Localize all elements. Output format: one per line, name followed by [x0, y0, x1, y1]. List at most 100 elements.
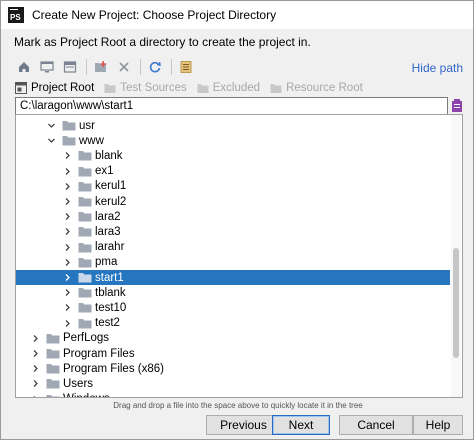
test-sources-label: Test Sources	[120, 82, 187, 94]
chevron-down-icon[interactable]	[46, 136, 56, 146]
tree-row[interactable]: test2	[16, 316, 450, 331]
path-input[interactable]	[15, 97, 448, 115]
excluded-button[interactable]: Excluded	[197, 82, 260, 94]
phpstorm-logo-icon: PS	[8, 7, 24, 23]
tree-row[interactable]: kerul2	[16, 194, 450, 209]
desktop-icon[interactable]	[38, 58, 56, 76]
chevron-right-icon[interactable]	[62, 197, 72, 207]
chevron-right-icon[interactable]	[62, 288, 72, 298]
tree-row[interactable]: test10	[16, 300, 450, 315]
scroll-thumb[interactable]	[453, 248, 459, 358]
folder-icon	[78, 211, 92, 222]
chevron-right-icon[interactable]	[62, 166, 72, 176]
project-root-button[interactable]: Project Root	[15, 82, 94, 94]
folder-icon	[78, 150, 92, 161]
window-title: Create New Project: Choose Project Direc…	[32, 8, 277, 22]
hide-path-link[interactable]: Hide path	[412, 61, 463, 75]
tree-row[interactable]: PerfLogs	[16, 331, 450, 346]
previous-button[interactable]: Previous	[206, 415, 281, 435]
tree-row-label: Program Files (x86)	[63, 362, 164, 375]
folder-icon	[62, 135, 76, 146]
show-hidden-icon[interactable]	[177, 58, 195, 76]
tree-row[interactable]: Users	[16, 376, 450, 391]
tree-row-label: kerul1	[95, 180, 127, 193]
tree-row[interactable]: Windows	[16, 392, 450, 397]
instruction-text: Mark as Project Root a directory to crea…	[14, 35, 311, 49]
root-markers: Project Root Test Sources Excluded Resou…	[15, 80, 373, 96]
tree-row-label: PerfLogs	[63, 332, 110, 345]
tree-row-label: tblank	[95, 286, 126, 299]
tree-row[interactable]: Program Files (x86)	[16, 361, 450, 376]
folder-icon	[78, 181, 92, 192]
folder-icon	[46, 363, 60, 374]
folder-icon	[46, 394, 60, 397]
tree-scrollbar[interactable]	[451, 115, 461, 397]
chevron-right-icon[interactable]	[62, 181, 72, 191]
tree-row[interactable]: www	[16, 133, 450, 148]
toolbar-separator	[86, 59, 87, 75]
folder-icon	[46, 348, 60, 359]
resource-root-label: Resource Root	[286, 82, 363, 94]
folder-icon	[46, 378, 60, 389]
tree-row-label: blank	[95, 149, 123, 162]
project-icon[interactable]	[61, 58, 79, 76]
tree-row[interactable]: tblank	[16, 285, 450, 300]
drag-hint-text: Drag and drop a file into the space abov…	[113, 401, 363, 410]
folder-icon	[78, 272, 92, 283]
tree-row-label: pma	[95, 256, 118, 269]
project-root-icon	[15, 82, 27, 94]
tree-row[interactable]: ex1	[16, 164, 450, 179]
project-root-label: Project Root	[31, 82, 95, 94]
tree-row[interactable]: Program Files	[16, 346, 450, 361]
tree-row[interactable]: blank	[16, 148, 450, 163]
folder-icon	[78, 302, 92, 313]
chevron-right-icon[interactable]	[30, 394, 40, 397]
folder-icon	[78, 318, 92, 329]
chevron-right-icon[interactable]	[62, 151, 72, 161]
tree-row-selected[interactable]: start1	[16, 270, 450, 285]
test-sources-button[interactable]: Test Sources	[104, 82, 187, 94]
chevron-right-icon[interactable]	[62, 318, 72, 328]
chevron-right-icon[interactable]	[62, 257, 72, 267]
tree-row-label: Program Files	[63, 347, 135, 360]
resource-root-button[interactable]: Resource Root	[270, 82, 363, 94]
tree-row-label: test10	[95, 301, 127, 314]
directory-tree[interactable]: usr www blank ex1 kerul1 kerul2 lara2 lara3 lara…	[15, 114, 463, 398]
tree-row[interactable]: lara2	[16, 209, 450, 224]
help-button[interactable]: Help	[413, 415, 463, 435]
folder-icon	[62, 120, 76, 131]
chevron-right-icon[interactable]	[30, 333, 40, 343]
chevron-right-icon[interactable]	[62, 303, 72, 313]
tree-row[interactable]: lara3	[16, 224, 450, 239]
chevron-right-icon[interactable]	[30, 379, 40, 389]
toolbar-separator	[171, 59, 172, 75]
chevron-down-icon[interactable]	[46, 121, 56, 131]
delete-icon[interactable]	[115, 58, 133, 76]
chevron-right-icon[interactable]	[62, 212, 72, 222]
tree-row-label: kerul2	[95, 195, 127, 208]
chevron-right-icon[interactable]	[62, 227, 72, 237]
chevron-right-icon[interactable]	[30, 364, 40, 374]
home-icon[interactable]	[15, 58, 33, 76]
tree-row-label: ex1	[95, 165, 114, 178]
toolbar-separator	[140, 59, 141, 75]
tree-row[interactable]: usr	[16, 118, 450, 133]
folder-icon	[78, 196, 92, 207]
tree-row[interactable]: kerul1	[16, 179, 450, 194]
dialog-window: PS Create New Project: Choose Project Di…	[0, 0, 474, 440]
history-icon[interactable]	[451, 98, 463, 114]
tree-row[interactable]: pma	[16, 255, 450, 270]
tree-row-label: start1	[95, 271, 124, 284]
refresh-icon[interactable]	[146, 58, 164, 76]
new-folder-icon[interactable]	[92, 58, 110, 76]
tree-row[interactable]: larahr	[16, 240, 450, 255]
tree-row-label: lara2	[95, 210, 121, 223]
chevron-right-icon[interactable]	[62, 242, 72, 252]
folder-icon	[78, 226, 92, 237]
cancel-button[interactable]: Cancel	[339, 415, 413, 435]
chevron-right-icon[interactable]	[62, 273, 72, 283]
chevron-right-icon[interactable]	[30, 349, 40, 359]
path-row	[15, 97, 463, 115]
next-button[interactable]: Next	[272, 415, 330, 435]
title-bar: PS Create New Project: Choose Project Di…	[1, 1, 473, 29]
